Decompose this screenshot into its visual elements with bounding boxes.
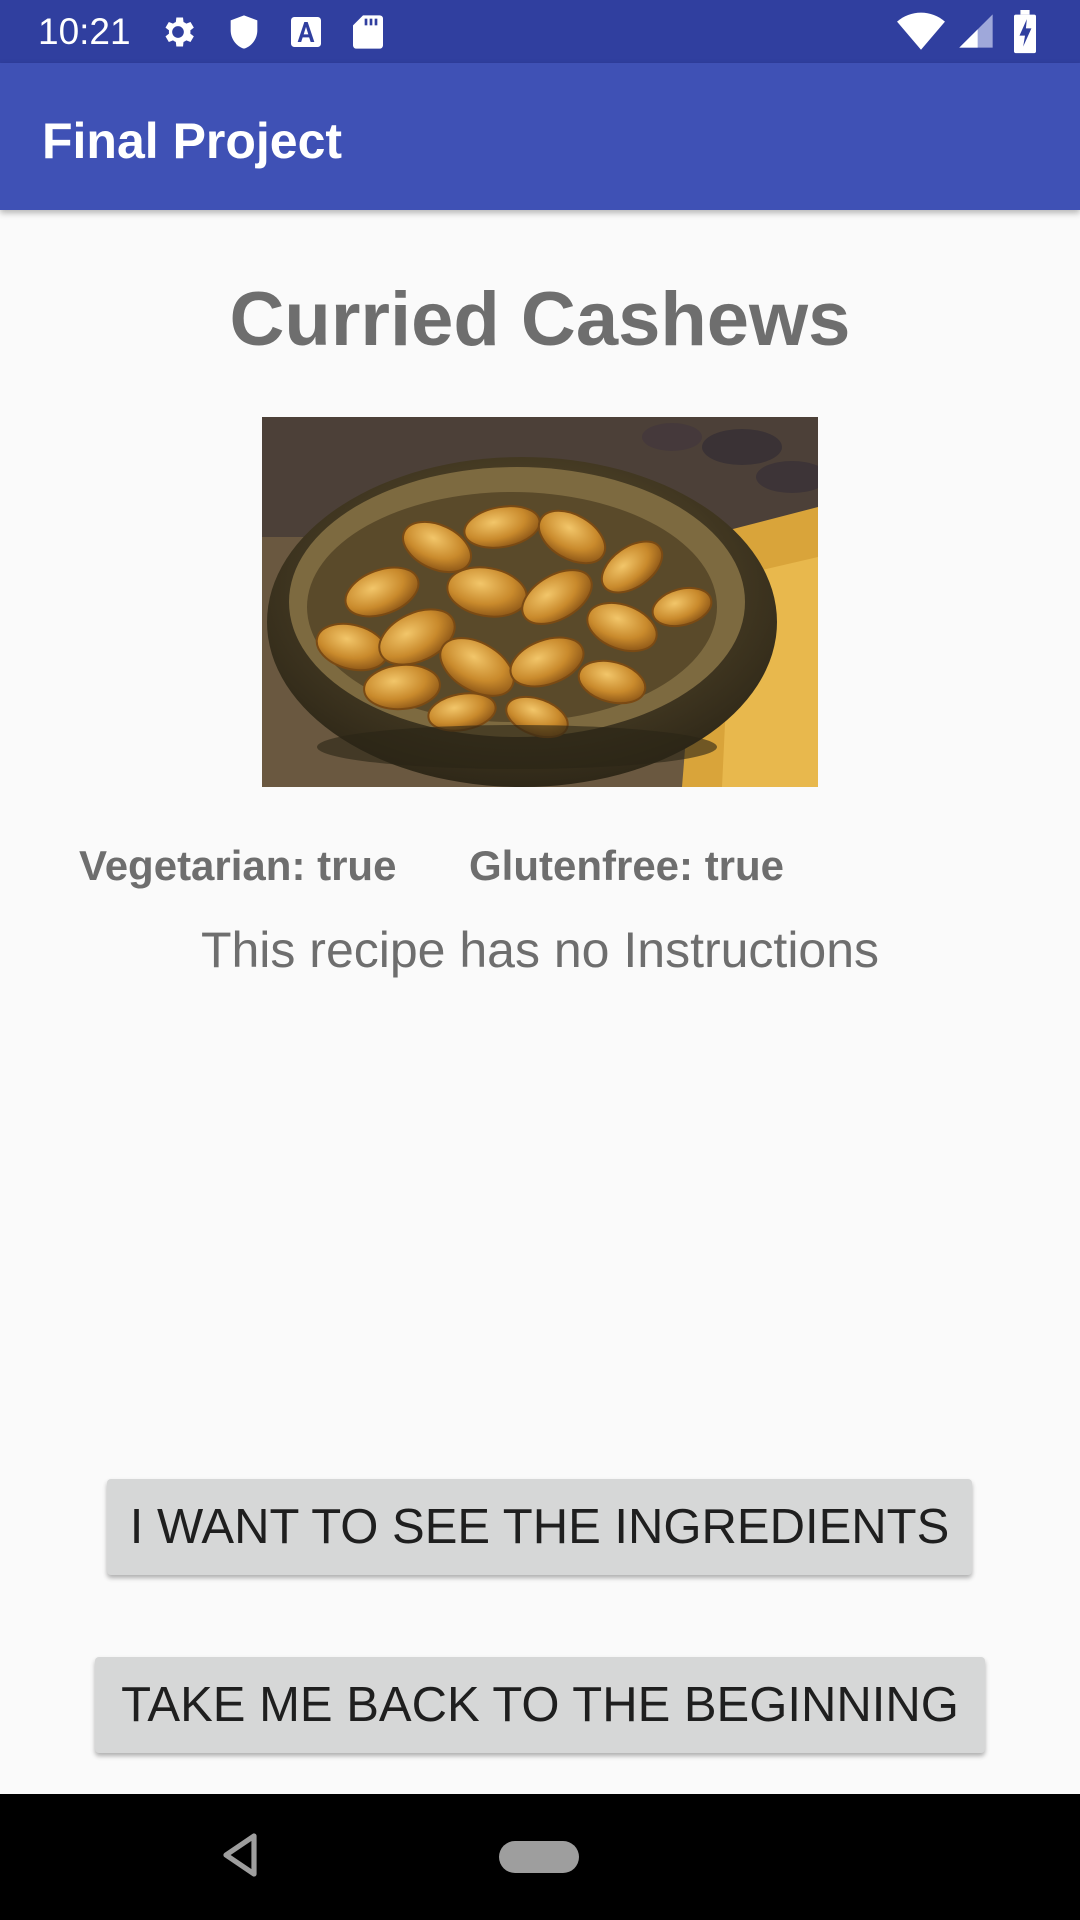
- see-ingredients-button[interactable]: I WANT TO SEE THE INGREDIENTS: [107, 1479, 972, 1575]
- recipe-title: Curried Cashews: [229, 277, 851, 362]
- font-a-icon: [291, 17, 321, 47]
- app-title: Final Project: [42, 113, 343, 169]
- back-to-beginning-button[interactable]: TAKE ME BACK TO THE BEGINNING: [95, 1657, 985, 1753]
- gear-icon: [165, 17, 194, 47]
- navigation-bar: [0, 1794, 1080, 1920]
- battery-charging-icon: [1014, 10, 1036, 54]
- home-pill-icon[interactable]: [499, 1841, 579, 1873]
- app-bar: Final Project: [0, 63, 1080, 210]
- status-time: 10:21: [38, 11, 131, 52]
- glutenfree-label: Glutenfree: true: [469, 842, 785, 889]
- shield-icon: [230, 15, 258, 49]
- sd-card-icon: [353, 15, 383, 49]
- recipe-image: [262, 417, 818, 787]
- vegetarian-label: Vegetarian: true: [79, 842, 397, 889]
- instructions-text: This recipe has no Instructions: [200, 922, 880, 978]
- wifi-icon: [897, 12, 945, 50]
- signal-icon: [959, 14, 993, 48]
- status-bar: 10:21: [0, 0, 1080, 63]
- back-triangle-icon[interactable]: [220, 1832, 260, 1878]
